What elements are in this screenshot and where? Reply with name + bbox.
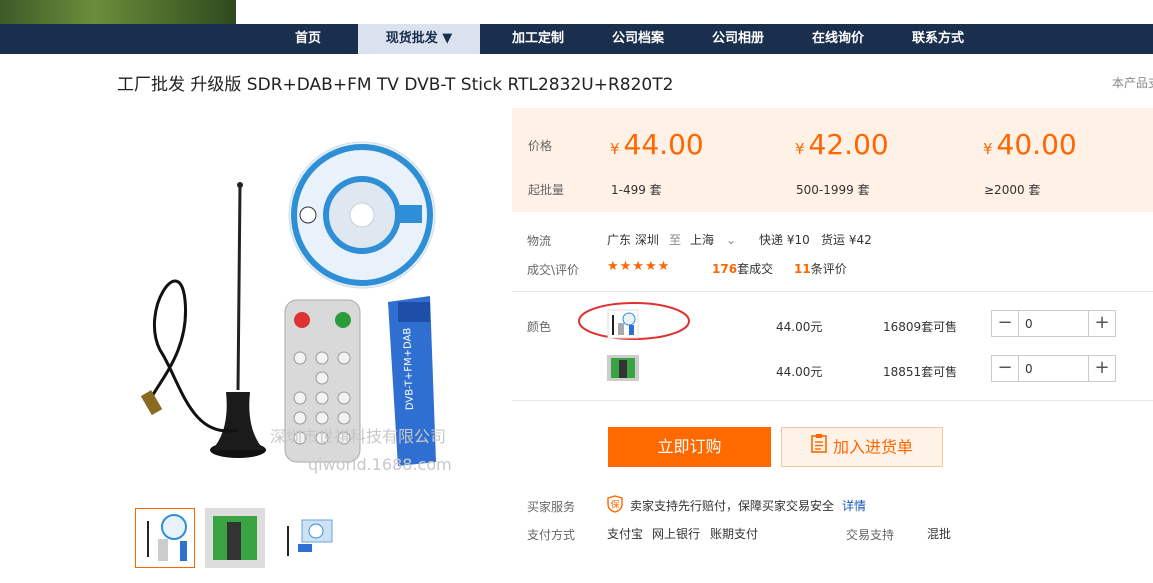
price-tier-1: ¥44.00	[610, 128, 704, 161]
color-label: 颜色	[527, 320, 552, 334]
watermark-line2: qiworld.1688.com	[308, 455, 452, 474]
quantity-stepper-1[interactable]: − +	[991, 310, 1116, 337]
trade-value: 混批	[927, 527, 952, 541]
reviews-label: 成交\评价	[527, 263, 580, 277]
price-tier-3: ¥40.00	[983, 128, 1077, 161]
banner-blank	[236, 0, 1153, 25]
deals-link[interactable]: 176套成交	[712, 260, 773, 277]
variant-2-price: 44.00元	[776, 365, 823, 379]
quantity-input[interactable]	[1019, 356, 1089, 381]
logistics-to-word: 至	[669, 233, 682, 247]
minus-button[interactable]: −	[992, 356, 1019, 381]
quantity-input[interactable]	[1019, 311, 1089, 336]
price-label: 价格	[528, 139, 553, 153]
thumbnail-3[interactable]	[276, 508, 336, 568]
add-to-cart-label: 加入进货单	[832, 437, 913, 457]
guarantee-badge-text: 保	[610, 499, 619, 511]
thumbnail-2[interactable]	[205, 508, 265, 568]
guarantee-icon: 保	[607, 495, 623, 513]
reviews-link[interactable]: 11条评价	[794, 260, 847, 277]
price-value: 44.00	[623, 128, 704, 161]
reviews-count: 11	[794, 262, 811, 276]
plus-button[interactable]: +	[1088, 356, 1115, 381]
payment-method-alipay: 支付宝	[607, 527, 644, 541]
main-product-image[interactable]: DVB-T+FM+DAB 深圳市世祺科技有限公司 qiworld.1688.co…	[130, 130, 490, 480]
destination-select[interactable]: 上海 ⌄	[690, 231, 736, 248]
payment-method-bank: 网上银行	[652, 527, 701, 541]
nav-item-company[interactable]: 公司档案	[588, 24, 688, 54]
plus-button[interactable]: +	[1088, 311, 1115, 336]
service-details-link[interactable]: 详情	[842, 497, 866, 514]
price-value: 40.00	[996, 128, 1077, 161]
destination-value: 上海	[690, 233, 715, 247]
variant-swatch-1[interactable]	[607, 309, 639, 339]
buy-now-button[interactable]: 立即订购	[608, 427, 771, 467]
price-tier-2: ¥42.00	[795, 128, 889, 161]
nav-item-contact[interactable]: 联系方式	[888, 24, 988, 54]
service-text: 卖家支持先行赔付，保障买家交易安全	[630, 499, 835, 513]
divider	[512, 400, 1153, 401]
range-tier-2: 500-1999 套	[796, 183, 870, 197]
currency-symbol: ¥	[610, 140, 620, 158]
payment-label: 支付方式	[527, 528, 576, 542]
nav-item-inquiry[interactable]: 在线询价	[788, 24, 888, 54]
product-title: 工厂批发 升级版 SDR+DAB+FM TV DVB-T Stick RTL28…	[117, 75, 674, 95]
right-note: 本产品支	[1112, 76, 1153, 90]
service-label: 买家服务	[527, 500, 576, 514]
rating-stars: ★★★★★	[607, 259, 671, 274]
watermark-line1: 深圳市世祺科技有限公司	[270, 427, 446, 446]
logistics-label: 物流	[527, 234, 552, 248]
express-fee: 快递 ¥10	[759, 233, 810, 247]
divider	[512, 291, 1153, 292]
banner-image	[0, 0, 236, 24]
reviews-suffix: 条评价	[810, 262, 847, 276]
top-banner	[0, 0, 1153, 25]
clipboard-icon	[811, 429, 827, 467]
trade-label: 交易支持	[846, 528, 895, 542]
range-tier-3: ≥2000 套	[984, 183, 1041, 197]
nav-item-home[interactable]: 首页	[258, 24, 358, 54]
chevron-down-icon: ⌄	[726, 233, 737, 247]
logistics-from: 广东 深圳	[607, 233, 659, 247]
minus-button[interactable]: −	[992, 311, 1019, 336]
nav-item-wholesale[interactable]: 现货批发 ▼	[358, 24, 480, 54]
deals-count: 176	[712, 262, 738, 276]
add-to-cart-button[interactable]: 加入进货单	[781, 427, 943, 467]
variant-2-stock: 18851套可售	[883, 365, 958, 379]
deals-suffix: 套成交	[737, 262, 774, 276]
main-nav: 首页 现货批发 ▼ 加工定制 公司档案 公司相册 在线询价 联系方式	[0, 24, 1153, 54]
variant-1-stock: 16809套可售	[883, 320, 958, 334]
currency-symbol: ¥	[795, 140, 805, 158]
currency-symbol: ¥	[983, 140, 993, 158]
quantity-stepper-2[interactable]: − +	[991, 355, 1116, 382]
nav-item-custom[interactable]: 加工定制	[488, 24, 588, 54]
variant-swatch-2[interactable]	[607, 355, 639, 381]
price-value: 42.00	[808, 128, 889, 161]
thumbnail-1[interactable]	[135, 508, 195, 568]
nav-item-album[interactable]: 公司相册	[688, 24, 788, 54]
range-tier-1: 1-499 套	[611, 183, 662, 197]
price-box: 价格 起批量 ¥44.00 ¥42.00 ¥40.00 1-499 套 500-…	[512, 108, 1153, 212]
variant-1-price: 44.00元	[776, 320, 823, 334]
payment-method-credit: 账期支付	[710, 527, 759, 541]
freight-fee: 货运 ¥42	[821, 233, 872, 247]
batch-label: 起批量	[528, 183, 565, 197]
